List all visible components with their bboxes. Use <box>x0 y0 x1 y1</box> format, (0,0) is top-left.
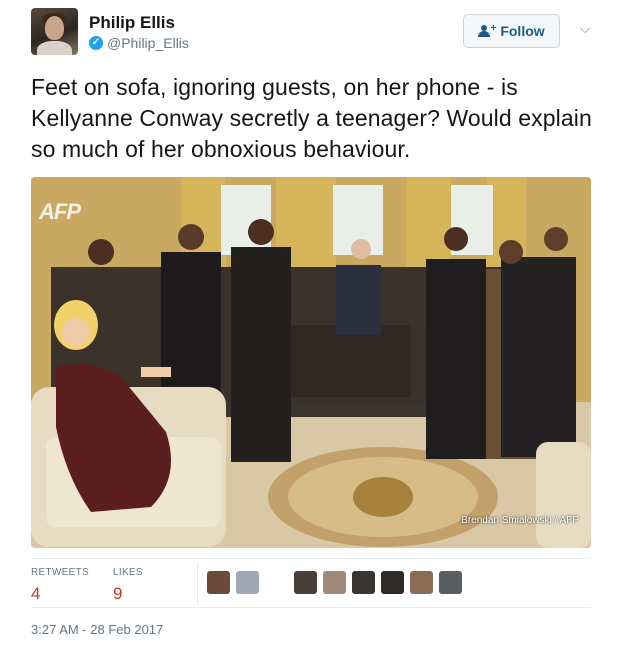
retweets-label: RETWEETS <box>31 567 89 578</box>
author-avatar[interactable] <box>31 8 78 55</box>
chevron-down-icon[interactable]: ⌵ <box>577 20 593 36</box>
photo-credit: Brendan Smialowski / AFP <box>461 515 579 526</box>
liker-avatar[interactable] <box>236 571 259 594</box>
stats-divider <box>197 563 198 605</box>
author-handle[interactable]: @Philip_Ellis <box>107 35 189 51</box>
verified-icon: ✓ <box>89 36 103 50</box>
retweets-count: 4 <box>31 584 41 603</box>
likes-count: 9 <box>113 584 123 603</box>
tweet-header: Philip Ellis ✓ @Philip_Ellis + Follow ⌵ <box>31 8 593 58</box>
afp-watermark: AFP <box>39 199 81 224</box>
liker-avatar[interactable] <box>352 571 375 594</box>
liker-avatars <box>207 571 462 594</box>
retweets-stat[interactable]: RETWEETS 4 <box>31 567 89 604</box>
liker-avatar[interactable] <box>439 571 462 594</box>
author-name[interactable]: Philip Ellis <box>89 13 175 33</box>
liker-avatar[interactable] <box>265 571 288 594</box>
liker-avatar[interactable] <box>294 571 317 594</box>
follow-button[interactable]: + Follow <box>463 14 560 48</box>
liker-avatar[interactable] <box>381 571 404 594</box>
follow-label: Follow <box>500 23 545 39</box>
photo-scene <box>31 177 591 548</box>
likes-stat[interactable]: LIKES 9 <box>113 567 143 604</box>
liker-avatar[interactable] <box>207 571 230 594</box>
tweet-timestamp[interactable]: 3:27 AM - 28 Feb 2017 <box>31 622 163 637</box>
tweet-stats: RETWEETS 4 LIKES 9 <box>31 558 591 608</box>
tweet-photo[interactable]: AFP Brendan Smialowski / AFP <box>31 177 591 548</box>
likes-label: LIKES <box>113 567 143 578</box>
author-handle-row: ✓ @Philip_Ellis <box>89 35 189 51</box>
liker-avatar[interactable] <box>410 571 433 594</box>
follow-user-icon: + <box>478 24 496 37</box>
liker-avatar[interactable] <box>323 571 346 594</box>
tweet-text: Feet on sofa, ignoring guests, on her ph… <box>31 74 592 162</box>
